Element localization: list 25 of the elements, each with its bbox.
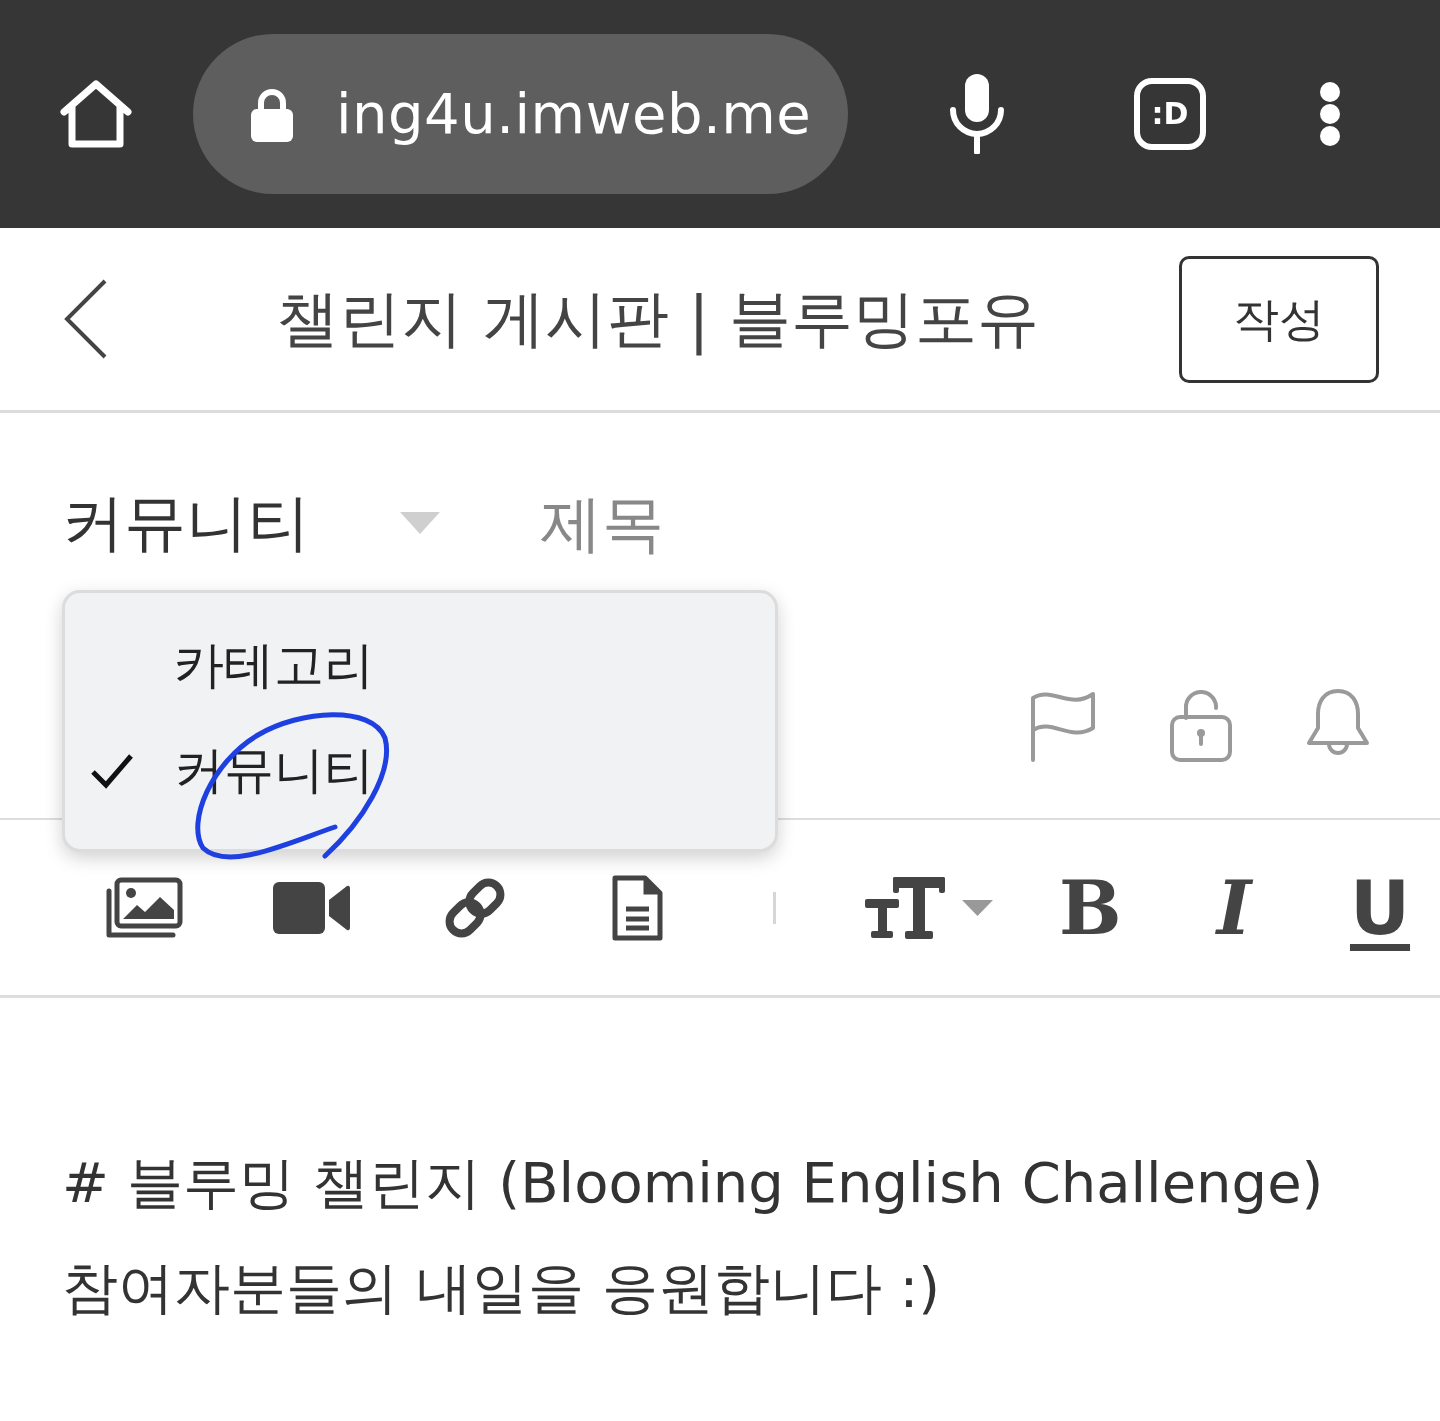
image-icon[interactable] [105,876,183,939]
unlocked-padlock-icon[interactable] [1170,688,1232,762]
flag-icon[interactable] [1030,690,1096,762]
editor-text-line: 참여자분들의 내일을 응원합니다 :) [62,1254,942,1322]
title-input[interactable]: 제목 [540,478,1378,568]
italic-button[interactable]: I [1208,870,1260,945]
text-size-icon[interactable] [865,876,945,939]
back-icon[interactable] [63,279,107,359]
caret-down-icon [400,512,440,534]
address-bar[interactable]: ing4u.imweb.me [193,34,848,194]
write-button[interactable]: 작성 [1179,255,1379,383]
more-menu-icon[interactable] [1320,82,1340,146]
underline-button[interactable]: U [1346,870,1414,945]
editor-text-line: # 블루밍 챌린지 (Blooming English Challenge) [62,1149,1325,1217]
category-option[interactable]: 카테고리 [65,613,775,718]
page-title: 챌린지 게시판 | 블루밍포유 [276,281,1040,357]
lock-icon [250,86,294,142]
microphone-icon[interactable] [948,74,1006,154]
video-camera-icon[interactable] [273,881,350,934]
smiley-text-button[interactable]: :D [1134,78,1206,150]
caret-down-icon[interactable] [962,899,993,916]
category-select[interactable]: 커뮤니티 [62,485,440,561]
bold-button[interactable]: B [1059,870,1121,945]
document-icon[interactable] [612,874,663,941]
home-icon[interactable] [58,78,134,150]
